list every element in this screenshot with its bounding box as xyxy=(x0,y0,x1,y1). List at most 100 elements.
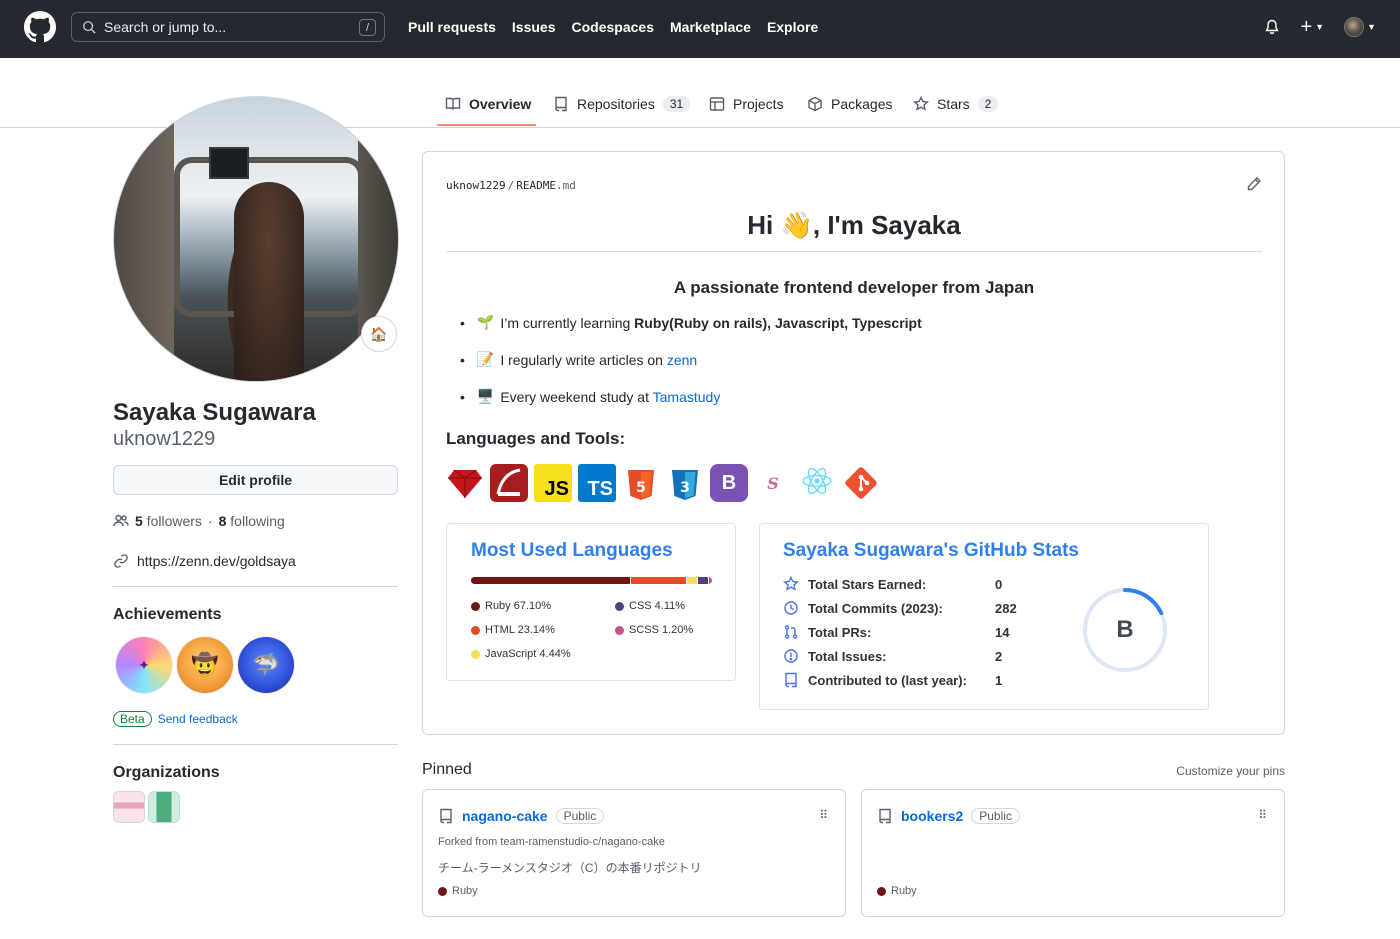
readme-heading: Hi 👋, I'm Sayaka xyxy=(446,210,1262,252)
stat-row-issues: Total Issues: 2 xyxy=(783,648,1002,664)
bootstrap-icon[interactable]: B xyxy=(710,464,748,502)
nav-issues[interactable]: Issues xyxy=(512,19,556,35)
language-legend-item: JavaScript 4.44% xyxy=(471,648,571,660)
edit-profile-button[interactable]: Edit profile xyxy=(113,465,398,495)
drag-handle-icon[interactable]: ⠿ xyxy=(1258,808,1267,822)
caret-down-icon: ▼ xyxy=(1315,22,1325,32)
website-url: https://zenn.dev/goldsaya xyxy=(137,553,296,569)
git-icon[interactable] xyxy=(842,464,880,502)
typescript-icon[interactable]: TS xyxy=(578,464,616,502)
forked-from-text: Forked from team-ramenstudio-c/nagano-ca… xyxy=(438,836,665,848)
drag-handle-icon[interactable]: ⠿ xyxy=(819,808,828,822)
language-bar-segment xyxy=(709,577,712,584)
photo-monitor xyxy=(209,147,249,179)
organization-avatar[interactable] xyxy=(148,791,180,823)
language-color-dot xyxy=(615,625,624,635)
following-label: following xyxy=(230,513,285,529)
repo-icon xyxy=(555,96,567,112)
readme-owner-link[interactable]: uknow1229 xyxy=(446,179,506,192)
stat-label: Total Stars Earned: xyxy=(808,576,927,592)
rank-letter: B xyxy=(1116,616,1134,643)
readme-file-link[interactable]: README.md xyxy=(516,179,576,192)
languages-card[interactable]: Most Used Languages Ruby 67.10% HTML 23.1… xyxy=(446,523,736,681)
language-color-dot xyxy=(438,886,447,896)
stat-value: 282 xyxy=(995,600,1017,616)
send-feedback-link[interactable]: Send feedback xyxy=(158,712,238,726)
tab-label: Repositories xyxy=(577,96,655,112)
bullet-text: I regularly write articles on zenn xyxy=(500,352,697,368)
bell-icon[interactable] xyxy=(1264,19,1280,35)
create-new-button[interactable]: + ▼ xyxy=(1300,16,1325,38)
profile-avatar[interactable] xyxy=(113,96,399,382)
language-color-dot xyxy=(877,886,886,896)
tab-overview[interactable]: Overview xyxy=(445,96,531,112)
status-emoji-button[interactable]: 🏠 xyxy=(361,316,397,352)
issue-icon xyxy=(784,649,798,663)
visibility-badge: Public xyxy=(971,808,1020,824)
yolo-icon: ✦ xyxy=(138,656,150,673)
following-link[interactable]: 8 following xyxy=(219,513,285,529)
achievement-yolo[interactable]: ✦ xyxy=(116,637,172,693)
divider xyxy=(113,744,398,745)
stat-label: Total Issues: xyxy=(808,648,887,664)
visibility-badge: Public xyxy=(555,808,605,824)
nav-marketplace[interactable]: Marketplace xyxy=(670,19,751,35)
tab-packages[interactable]: Packages xyxy=(807,96,892,112)
followers-info: 5 followers · 8 following xyxy=(113,513,285,529)
ruby-icon[interactable] xyxy=(446,464,484,502)
user-menu-button[interactable]: ▼ xyxy=(1344,17,1376,37)
zenn-link[interactable]: zenn xyxy=(667,352,697,368)
repo-icon xyxy=(879,808,891,824)
bullet-text: Every weekend study at Tamastudy xyxy=(500,389,720,405)
bullet-text-plain: I’m currently learning xyxy=(500,314,635,331)
tab-label: Packages xyxy=(831,96,893,112)
profile-login: uknow1229 xyxy=(113,428,216,450)
list-item: 🖥️ Every weekend study at Tamastudy xyxy=(460,388,922,405)
language-bar-segment xyxy=(471,577,631,584)
stat-value: 0 xyxy=(995,576,1003,592)
active-tab-indicator xyxy=(437,124,536,126)
tab-stars[interactable]: Stars 2 xyxy=(913,96,999,112)
github-logo-icon[interactable] xyxy=(24,11,56,43)
website-link[interactable]: https://zenn.dev/goldsaya xyxy=(113,553,296,569)
tools-icons: JS TS 5 3 B S xyxy=(446,464,880,502)
rails-icon[interactable] xyxy=(490,464,528,502)
organization-avatar[interactable] xyxy=(113,791,145,823)
nav-codespaces[interactable]: Codespaces xyxy=(572,19,654,35)
tools-title: Languages and Tools: xyxy=(446,429,626,448)
stat-row-stars: Total Stars Earned: 0 xyxy=(783,576,1002,592)
separator-dot: · xyxy=(207,513,213,529)
nav-explore[interactable]: Explore xyxy=(767,19,818,35)
github-stats-card[interactable]: Sayaka Sugawara's GitHub Stats Total Sta… xyxy=(759,523,1209,710)
people-icon xyxy=(113,514,129,527)
pencil-icon[interactable] xyxy=(1246,176,1262,192)
language-legend-label: SCSS 1.20% xyxy=(629,624,694,636)
cowboy-icon: 🤠 xyxy=(191,652,219,677)
tab-projects[interactable]: Projects xyxy=(709,96,784,112)
tab-counter: 31 xyxy=(662,96,691,112)
customize-pins-link[interactable]: Customize your pins xyxy=(1176,764,1285,778)
tab-repositories[interactable]: Repositories 31 xyxy=(553,96,691,112)
followers-link[interactable]: 5 followers xyxy=(135,513,202,529)
achievement-pull-shark[interactable]: 🦈 xyxy=(238,637,294,693)
top-header: Search or jump to... / Pull requests Iss… xyxy=(0,0,1400,58)
react-icon[interactable] xyxy=(798,464,836,502)
pinned-repo-link[interactable]: nagano-cake xyxy=(462,808,548,824)
tamastudy-link[interactable]: Tamastudy xyxy=(653,389,721,405)
css3-icon[interactable]: 3 xyxy=(666,464,704,502)
nav-pull-requests[interactable]: Pull requests xyxy=(408,19,496,35)
html5-icon[interactable]: 5 xyxy=(622,464,660,502)
repo-icon xyxy=(785,672,797,688)
achievement-quickdraw[interactable]: 🤠 xyxy=(177,637,233,693)
memo-icon: 📝 xyxy=(476,351,495,367)
plus-icon: + xyxy=(1300,16,1313,38)
javascript-icon[interactable]: JS xyxy=(534,464,572,502)
search-input[interactable]: Search or jump to... / xyxy=(71,12,385,42)
bullet-text-strong: Ruby(Ruby on rails), Javascript, Typescr… xyxy=(634,314,922,331)
followers-label: followers xyxy=(146,513,202,529)
stat-row-contributed: Contributed to (last year): 1 xyxy=(783,672,1002,688)
sass-icon[interactable]: S xyxy=(754,464,792,502)
bullet-text: I’m currently learning Ruby(Ruby on rail… xyxy=(500,315,921,331)
pinned-repo-link[interactable]: bookers2 xyxy=(901,808,963,824)
pinned-repo-card: bookers2 Public ⠿ Ruby xyxy=(861,789,1285,917)
